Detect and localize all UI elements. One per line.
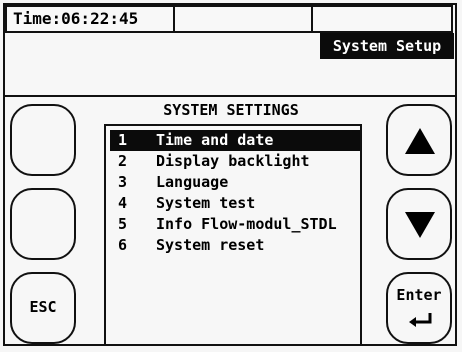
- menu-item-label: Time and date: [156, 131, 274, 149]
- menu-item-label: System test: [156, 194, 256, 212]
- softkey-left-2[interactable]: [10, 188, 76, 260]
- enter-label: Enter: [396, 286, 442, 304]
- mode-title: System Setup: [320, 33, 454, 59]
- status-cell-2: [173, 5, 313, 33]
- esc-button[interactable]: ESC: [10, 272, 76, 344]
- menu-item[interactable]: 2 Display backlight: [110, 151, 360, 172]
- menu-item-number: 2: [118, 152, 128, 170]
- status-bar: Time:06:22:45: [5, 5, 455, 33]
- device-screen: Time:06:22:45 System Setup ESC Enter SYS…: [0, 0, 462, 352]
- status-cell-3: [311, 5, 453, 33]
- up-button[interactable]: [386, 104, 452, 176]
- settings-menu: 1 Time and date 2 Display backlight 3 Languag…: [104, 124, 362, 346]
- settings-title: SYSTEM SETTINGS: [163, 101, 299, 119]
- header-divider: [5, 95, 455, 97]
- arrow-down-icon: [405, 212, 435, 238]
- time-display: Time:06:22:45: [5, 5, 175, 33]
- menu-item-label: System reset: [156, 236, 265, 254]
- down-button[interactable]: [386, 188, 452, 260]
- menu-item-number: 4: [118, 194, 128, 212]
- settings-list: 1 Time and date 2 Display backlight 3 Languag…: [110, 130, 360, 256]
- arrow-up-icon: [405, 128, 435, 154]
- menu-item-label: Info Flow-modul_STDL: [156, 215, 337, 233]
- softkey-left-1[interactable]: [10, 104, 76, 176]
- menu-item-label: Language: [156, 173, 229, 191]
- menu-item[interactable]: 1 Time and date: [110, 130, 360, 151]
- menu-item[interactable]: 4 System test: [110, 193, 360, 214]
- menu-item-number: 6: [118, 236, 128, 254]
- menu-item-number: 5: [118, 215, 128, 233]
- enter-button[interactable]: Enter: [386, 272, 452, 344]
- esc-label: ESC: [29, 298, 57, 316]
- menu-item[interactable]: 6 System reset: [110, 235, 360, 256]
- menu-item-number: 1: [118, 131, 128, 149]
- menu-item-label: Display backlight: [156, 152, 310, 170]
- menu-item[interactable]: 5 Info Flow-modul_STDL: [110, 214, 360, 235]
- enter-return-icon: [409, 313, 432, 327]
- menu-item[interactable]: 3 Language: [110, 172, 360, 193]
- menu-item-number: 3: [118, 173, 128, 191]
